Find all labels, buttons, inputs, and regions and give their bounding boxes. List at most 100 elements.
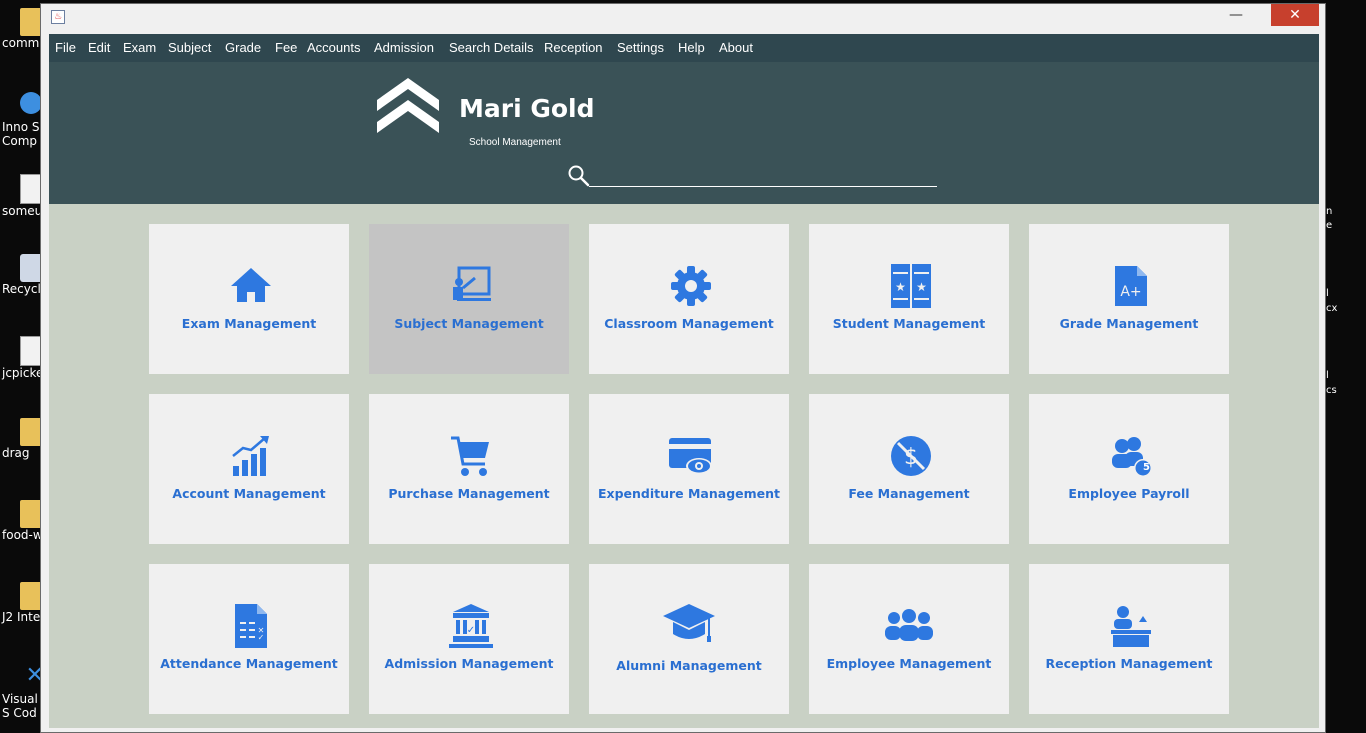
title-bar[interactable]: ♨ — ✕ — [41, 4, 1325, 32]
desktop-fragment: e — [1326, 220, 1333, 231]
menu-about[interactable]: About — [719, 34, 753, 62]
tile-label: Reception Management — [1045, 656, 1213, 671]
tile-label: Admission Management — [384, 656, 554, 671]
tile-label: Employee Management — [826, 656, 992, 671]
desktop-icon-vscode[interactable]: ✕ Visual S Cod — [0, 664, 44, 720]
brand-name: Mari Gold — [459, 94, 595, 123]
search-input[interactable] — [589, 168, 937, 187]
menu-subject[interactable]: Subject — [168, 34, 211, 62]
close-button[interactable]: ✕ — [1271, 4, 1319, 26]
desktop-icon-label: drag — [2, 446, 30, 460]
tile-reception-management[interactable]: Reception Management — [1029, 564, 1229, 714]
tile-employee-payroll[interactable]: 5 Employee Payroll — [1029, 394, 1229, 544]
gear-icon — [671, 266, 711, 306]
chevron-logo-icon — [377, 78, 439, 133]
menu-file[interactable]: File — [55, 34, 76, 62]
desktop-fragment: l — [1326, 288, 1329, 299]
svg-text:★: ★ — [895, 280, 906, 294]
desktop-icon-label: J2 Inte — [2, 610, 41, 624]
desktop-icon-comm[interactable]: comm — [0, 8, 44, 50]
tile-classroom-management[interactable]: Classroom Management — [589, 224, 789, 374]
desktop-icon-label: Recycl — [2, 282, 41, 296]
group-icon — [885, 609, 933, 641]
menu-fee[interactable]: Fee — [275, 34, 297, 62]
grade-document-icon: A+ — [1115, 266, 1147, 306]
tile-fee-management[interactable]: $ Fee Management — [809, 394, 1009, 544]
desktop-icon-label: comm — [2, 36, 40, 50]
tile-label: Employee Payroll — [1068, 486, 1190, 501]
tile-expenditure-management[interactable]: Expenditure Management — [589, 394, 789, 544]
tile-label: Attendance Management — [160, 656, 338, 671]
card-eye-icon — [669, 438, 712, 474]
desktop-icon-someur[interactable]: someur — [0, 174, 44, 218]
menu-admission[interactable]: Admission — [374, 34, 434, 62]
search-icon[interactable] — [567, 164, 591, 188]
app-window: ♨ — ✕ File Edit Exam Subject Grade Fee A… — [40, 3, 1326, 733]
checklist-icon: ✕ ✓ — [235, 604, 267, 648]
menu-grade[interactable]: Grade — [225, 34, 261, 62]
app-header: Mari Gold School Management — [49, 62, 1319, 204]
tile-exam-management[interactable]: Exam Management — [149, 224, 349, 374]
graduation-cap-icon — [663, 604, 715, 642]
menu-accounts[interactable]: Accounts — [307, 34, 360, 62]
tile-label: Alumni Management — [616, 658, 762, 673]
menu-reception[interactable]: Reception — [544, 34, 603, 62]
desktop-icon-j2[interactable]: J2 Inte — [0, 582, 44, 624]
home-icon — [231, 268, 271, 302]
payroll-badge: 5 — [1143, 462, 1150, 473]
menu-edit[interactable]: Edit — [88, 34, 110, 62]
tile-student-management[interactable]: ★ ★ Student Management — [809, 224, 1009, 374]
tile-label: Exam Management — [181, 316, 317, 331]
desktop-fragment: n — [1326, 206, 1333, 217]
java-app-icon: ♨ — [51, 10, 65, 24]
tile-purchase-management[interactable]: Purchase Management — [369, 394, 569, 544]
menu-bar: File Edit Exam Subject Grade Fee Account… — [49, 34, 1319, 62]
tile-label: Classroom Management — [604, 316, 774, 331]
svg-text:✓: ✓ — [467, 625, 475, 636]
desktop-icon-inno[interactable]: Inno S Comp — [0, 92, 44, 148]
tile-admission-management[interactable]: ✓ Admission Management — [369, 564, 569, 714]
tile-grade-management[interactable]: A+ Grade Management — [1029, 224, 1229, 374]
building-icon: ✓ — [449, 604, 493, 648]
menu-exam[interactable]: Exam — [123, 34, 156, 62]
menu-help[interactable]: Help — [678, 34, 705, 62]
no-money-icon: $ — [891, 436, 931, 476]
tile-attendance-management[interactable]: ✕ ✓ Attendance Management — [149, 564, 349, 714]
tile-label: Subject Management — [394, 316, 544, 331]
tile-label: Student Management — [832, 316, 986, 331]
app-icon — [20, 92, 42, 114]
menu-settings[interactable]: Settings — [617, 34, 664, 62]
desktop-icon-label: Visual S Cod — [2, 692, 38, 720]
shopping-cart-icon — [451, 436, 489, 476]
tile-label: Expenditure Management — [597, 486, 781, 501]
desktop-icon-recycle[interactable]: Recycl — [0, 254, 44, 296]
desktop-icon-label: Inno S Comp — [2, 120, 40, 148]
desktop-fragment: cx — [1326, 303, 1338, 314]
reception-desk-icon — [1111, 606, 1151, 647]
tile-label: Grade Management — [1059, 316, 1199, 331]
svg-text:★: ★ — [916, 280, 927, 294]
desktop-icon-food[interactable]: food-w — [0, 500, 44, 542]
tile-label: Fee Management — [848, 486, 970, 501]
growth-chart-icon — [232, 436, 269, 476]
desktop-fragment: cs — [1326, 385, 1337, 396]
menu-search-details[interactable]: Search Details — [449, 34, 534, 62]
svg-text:A+: A+ — [1120, 284, 1141, 300]
lockers-icon: ★ ★ — [891, 264, 931, 308]
desktop-fragment: l — [1326, 370, 1329, 381]
desktop-icon-label: food-w — [2, 528, 43, 542]
brand-tagline: School Management — [469, 137, 561, 148]
desktop-icon-jcpicker[interactable]: jcpicke — [0, 336, 44, 380]
module-grid: Exam Management Subject Management Class… — [49, 204, 1319, 728]
desktop-icon-drag[interactable]: drag — [0, 418, 44, 460]
tile-employee-management[interactable]: Employee Management — [809, 564, 1009, 714]
tile-alumni-management[interactable]: Alumni Management — [589, 564, 789, 714]
svg-text:✓: ✓ — [258, 633, 265, 642]
tile-label: Purchase Management — [388, 486, 550, 501]
tile-label: Account Management — [172, 486, 326, 501]
desktop-icon-label: someur — [2, 204, 44, 218]
desktop-icon-label: jcpicke — [2, 366, 44, 380]
tile-subject-management[interactable]: Subject Management — [369, 224, 569, 374]
tile-account-management[interactable]: Account Management — [149, 394, 349, 544]
teacher-board-icon — [453, 266, 491, 301]
